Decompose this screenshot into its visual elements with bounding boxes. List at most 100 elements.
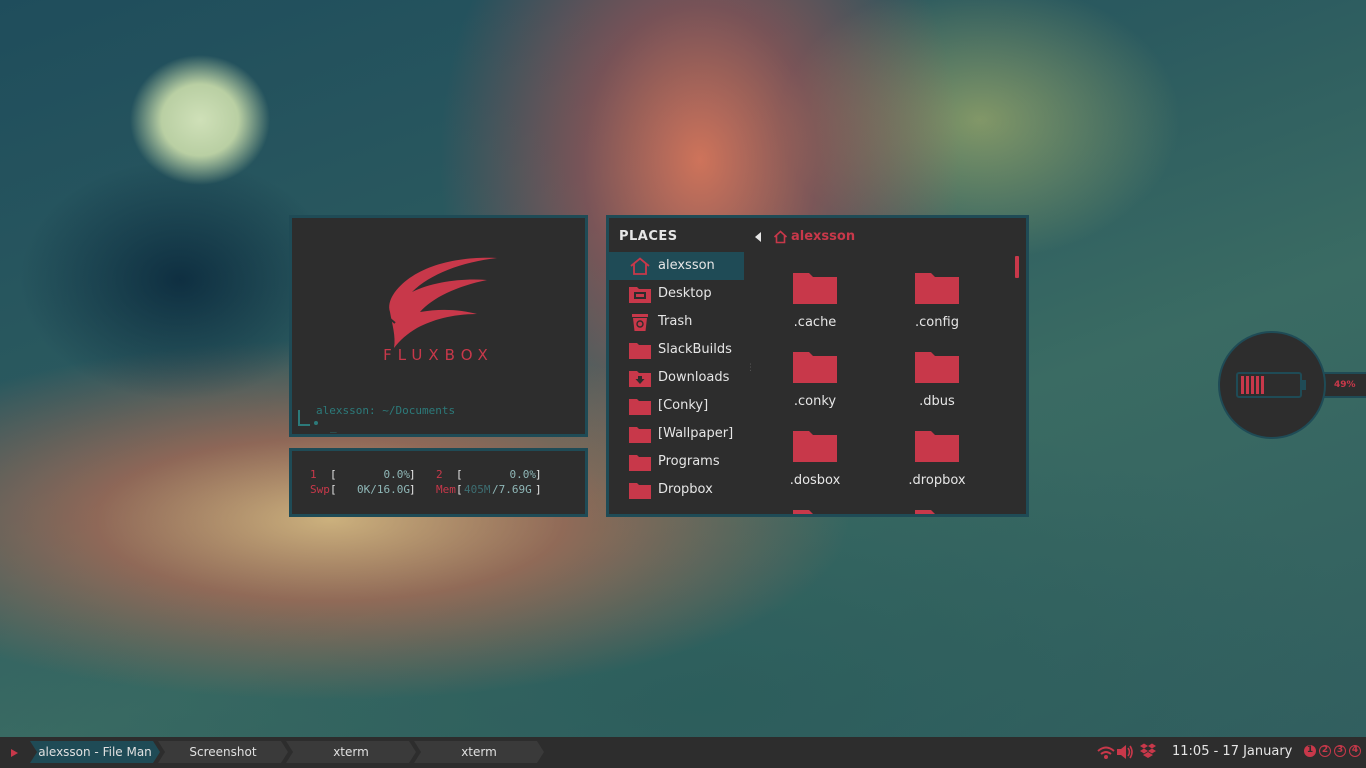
place-slackbuilds[interactable]: SlackBuilds — [609, 336, 744, 364]
place-desktop[interactable]: Desktop — [609, 280, 744, 308]
swap-value: 0K/16.0G — [357, 483, 410, 496]
back-arrow-icon[interactable] — [755, 232, 761, 242]
fluxbox-logo-text: FLUXBOX — [383, 346, 494, 364]
workspace-1[interactable]: 1 — [1304, 745, 1316, 757]
cpu2-value: 0.0% — [509, 468, 537, 481]
battery-level-bar — [1241, 376, 1244, 394]
file-item-partial[interactable] — [887, 503, 987, 514]
file-name: .dropbox — [908, 473, 966, 488]
place-label: SlackBuilds — [658, 342, 732, 357]
place-alexsson[interactable]: alexsson — [609, 252, 744, 280]
mem-bracket-close: ] — [535, 483, 542, 496]
file-item[interactable]: .conky — [765, 345, 865, 419]
mem-bracket-open: [ — [456, 483, 463, 496]
file-item[interactable]: .dbus — [887, 345, 987, 419]
folder-icon — [629, 455, 651, 471]
folder-icon — [629, 483, 651, 499]
file-item[interactable]: .dropbox — [887, 424, 987, 498]
terminal-prompt: alexsson: ~/Documents — [316, 404, 456, 417]
file-item[interactable]: .config — [887, 266, 987, 340]
file-name: .dosbox — [789, 473, 841, 488]
cpu2-bracket-open: [ — [456, 468, 463, 481]
terminal-cursor: _ — [330, 420, 337, 433]
wifi-icon[interactable] — [1097, 746, 1115, 760]
battery-level-bar — [1261, 376, 1264, 394]
place-label: Trash — [658, 314, 693, 329]
cpu1-bracket-open: [ — [330, 468, 337, 481]
place-label: Desktop — [658, 286, 712, 301]
pane-resize-handle[interactable]: ⋮ — [746, 363, 755, 373]
task-xterm[interactable]: xterm — [286, 741, 416, 763]
folder-icon — [629, 427, 651, 443]
place-label: Programs — [658, 454, 720, 469]
battery-icon — [1236, 372, 1306, 398]
place-label: [Wallpaper] — [658, 426, 734, 441]
folder-icon — [629, 399, 651, 415]
place-downloads[interactable]: Downloads — [609, 364, 744, 392]
place-dropbox[interactable]: Dropbox — [609, 476, 744, 504]
file-name: .conky — [793, 394, 837, 409]
cpu1-bracket-close: ] — [409, 468, 416, 481]
task-screenshot[interactable]: Screenshot — [158, 741, 288, 763]
folder-icon — [793, 273, 837, 304]
folder-icon — [793, 431, 837, 462]
place-label: alexsson — [658, 258, 715, 273]
place-label: Dropbox — [658, 482, 713, 497]
file-name: .config — [915, 315, 959, 330]
file-name: .dbus — [919, 394, 955, 409]
cpu1-label: 1 — [310, 468, 317, 481]
swap-bracket-open: [ — [330, 483, 337, 496]
prompt-dot — [314, 421, 318, 425]
download-folder-icon — [629, 371, 651, 387]
cpu2-label: 2 — [436, 468, 443, 481]
breadcrumb-home-icon[interactable] — [773, 230, 788, 244]
file-item[interactable]: .cache — [765, 266, 865, 340]
desktop-icon — [629, 287, 651, 303]
place-conky[interactable]: [Conky] — [609, 392, 744, 420]
folder-icon — [915, 431, 959, 462]
battery-level-bar — [1256, 376, 1259, 394]
place-wallpaper[interactable]: [Wallpaper] — [609, 420, 744, 448]
place-label: Downloads — [658, 370, 730, 385]
file-item-partial[interactable] — [765, 503, 865, 514]
clock[interactable]: 11:05 - 17 January — [1172, 744, 1292, 759]
workspace-3[interactable]: 3 — [1334, 745, 1346, 757]
folder-icon — [915, 510, 959, 514]
folder-icon — [629, 343, 651, 359]
mem-used: 405M — [464, 483, 491, 496]
breadcrumb-current[interactable]: alexsson — [791, 229, 855, 244]
battery-level-bar — [1246, 376, 1249, 394]
workspace-2[interactable]: 2 — [1319, 745, 1331, 757]
folder-icon — [793, 510, 837, 514]
file-grid-scrollbar[interactable] — [1015, 256, 1019, 278]
trash-icon — [632, 314, 648, 331]
home-icon — [630, 257, 650, 275]
file-manager-window[interactable]: PLACES alexsson alexsson Desktop Trash S… — [606, 215, 1029, 517]
place-trash[interactable]: Trash — [609, 308, 744, 336]
folder-icon — [793, 352, 837, 383]
place-programs[interactable]: Programs — [609, 448, 744, 476]
file-item[interactable]: .dosbox — [765, 424, 865, 498]
system-tray — [1097, 743, 1156, 760]
dropbox-icon[interactable] — [1140, 743, 1156, 759]
place-label: [Conky] — [658, 398, 709, 413]
cpu1-value: 0.0% — [383, 468, 411, 481]
task-file-manager[interactable]: alexsson - File Man — [30, 741, 160, 763]
system-monitor-window[interactable]: 1 [ 0.0% ] 2 [ 0.0% ] Swp [ 0K/16.0G ] M… — [289, 448, 588, 517]
mem-total: /7.69G — [492, 483, 532, 496]
taskbar: alexsson - File Man Screenshot xterm xte… — [0, 737, 1366, 768]
file-name: .cache — [793, 315, 837, 330]
workspace-4[interactable]: 4 — [1349, 745, 1361, 757]
menu-arrow-icon[interactable] — [11, 749, 18, 757]
terminal-window[interactable]: FLUXBOX alexsson: ~/Documents _ — [289, 215, 588, 437]
mem-label: Mem — [436, 483, 456, 496]
places-heading: PLACES — [619, 229, 678, 244]
folder-icon — [915, 352, 959, 383]
task-xterm-2[interactable]: xterm — [414, 741, 544, 763]
battery-level-bar — [1251, 376, 1254, 394]
volume-icon[interactable] — [1117, 745, 1133, 759]
battery-percent: 49% — [1334, 380, 1356, 390]
folder-icon — [915, 273, 959, 304]
swap-label: Swp — [310, 483, 330, 496]
cpu2-bracket-close: ] — [535, 468, 542, 481]
